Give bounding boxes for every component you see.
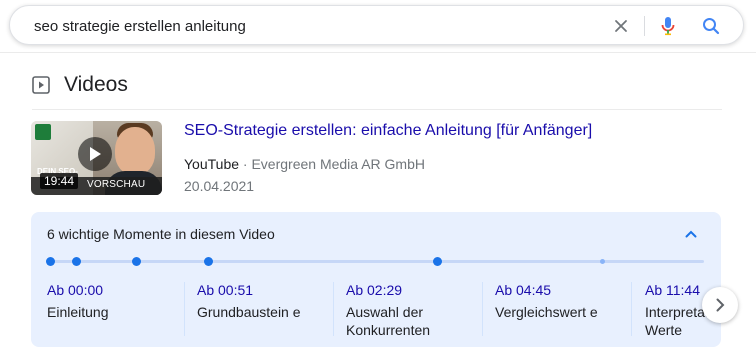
moment-divider: [631, 282, 632, 336]
search-bar: [9, 5, 744, 45]
timeline-dot[interactable]: [72, 257, 81, 266]
thumbnail-caption: VORSCHAU: [87, 179, 146, 190]
timeline-dot[interactable]: [132, 257, 141, 266]
search-icon: [703, 18, 720, 35]
videos-section-header: Videos: [32, 70, 128, 100]
moment-divider: [482, 282, 483, 336]
video-title-link[interactable]: SEO-Strategie erstellen: einfache Anleit…: [184, 122, 592, 140]
moment-divider: [184, 282, 185, 336]
key-moment-item[interactable]: Ab 00:00 Einleitung: [47, 282, 187, 342]
key-moment-time: Ab 00:00: [47, 282, 104, 298]
timeline-dot-small[interactable]: [600, 259, 605, 264]
video-platform: YouTube: [184, 156, 240, 172]
key-moment-time: Ab 04:45: [495, 282, 552, 298]
timeline-dot[interactable]: [46, 257, 55, 266]
timeline-dot[interactable]: [204, 257, 213, 266]
timeline-track: [47, 260, 704, 263]
key-moment-item[interactable]: Ab 02:29 Auswahl der Konkurrenten: [346, 282, 486, 342]
key-moment-label: Vergleichswert e: [495, 304, 598, 320]
chevron-right-icon: [716, 298, 725, 312]
play-button[interactable]: [78, 137, 112, 171]
microphone-icon: [661, 17, 675, 36]
video-duration: 19:44: [40, 173, 79, 189]
channel-logo: [35, 124, 51, 140]
timeline-dot[interactable]: [433, 257, 442, 266]
voice-search-button[interactable]: [657, 15, 679, 37]
video-source: YouTube · Evergreen Media AR GmbH: [184, 156, 425, 172]
search-button[interactable]: [700, 15, 722, 37]
key-moment-item[interactable]: Ab 00:51 Grundbaustein e: [197, 282, 337, 342]
key-moment-label: Einleitung: [47, 304, 109, 320]
header-divider: [0, 52, 756, 53]
next-moments-button[interactable]: [702, 287, 738, 323]
play-icon: [90, 147, 101, 161]
search-input[interactable]: [34, 17, 594, 35]
video-date: 20.04.2021: [184, 178, 255, 194]
moment-divider: [333, 282, 334, 336]
video-channel: Evergreen Media AR GmbH: [251, 156, 425, 172]
key-moment-label: Grundbaustein e: [197, 304, 301, 320]
section-divider: [32, 109, 722, 110]
search-divider: [644, 16, 645, 36]
close-icon: [615, 20, 627, 32]
thumbnail-person-face: [115, 127, 155, 175]
key-moments-panel: 6 wichtige Momente in diesem Video Ab 00…: [31, 212, 721, 347]
videos-section-title: Videos: [64, 73, 128, 96]
collapse-moments-button[interactable]: [681, 224, 701, 244]
source-separator: ·: [239, 156, 252, 172]
key-moments-header: 6 wichtige Momente in diesem Video: [47, 226, 275, 242]
play-square-icon: [32, 76, 50, 94]
key-moment-time: Ab 02:29: [346, 282, 403, 298]
key-moment-label: Auswahl der Konkurrenten: [346, 304, 431, 338]
clear-search-button[interactable]: [610, 15, 632, 37]
key-moment-time: Ab 00:51: [197, 282, 254, 298]
key-moment-item[interactable]: Ab 04:45 Vergleichswert e: [495, 282, 635, 342]
chevron-up-icon: [685, 230, 697, 238]
